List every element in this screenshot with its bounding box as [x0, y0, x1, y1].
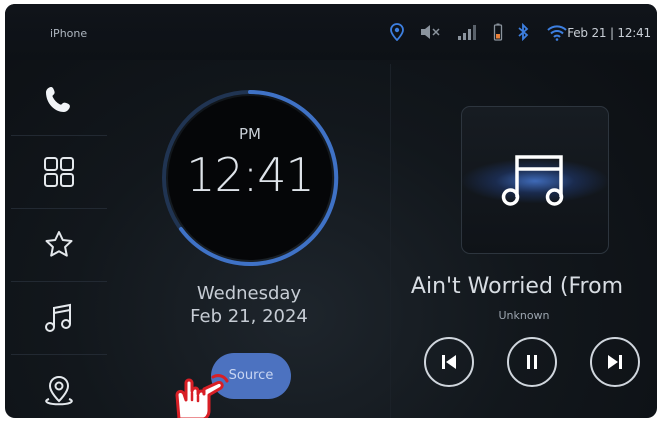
- track-title: Ain't Worried (From: [410, 274, 623, 299]
- clock-ampm: PM: [239, 125, 261, 143]
- wifi-icon: [546, 23, 568, 45]
- track-title-container: Ain't Worried (From: [391, 274, 657, 308]
- previous-track-button[interactable]: [424, 337, 474, 387]
- previous-track-icon: [442, 355, 456, 369]
- album-art: [461, 106, 609, 254]
- pause-icon: [527, 355, 537, 369]
- music-note-icon: [501, 155, 564, 206]
- next-track-button[interactable]: [590, 337, 640, 387]
- sidebar-item-apps[interactable]: [11, 136, 107, 208]
- phone-icon: [46, 87, 70, 112]
- clock-time: 12:41: [186, 148, 315, 202]
- panel-divider: [390, 64, 391, 418]
- status-bar: iPhone Feb 21 | 12:41: [5, 4, 657, 60]
- location-icon: [389, 23, 405, 45]
- sidebar-item-music[interactable]: [11, 282, 107, 354]
- star-icon: [45, 231, 73, 257]
- sidebar-item-favorites[interactable]: [11, 209, 107, 281]
- apps-grid-icon: [44, 157, 74, 187]
- device-name: iPhone: [50, 27, 88, 40]
- music-note-icon: [45, 303, 71, 332]
- status-datetime: Feb 21 | 12:41: [567, 26, 651, 40]
- signal-icon: [457, 23, 477, 45]
- tap-hand-icon: [175, 374, 229, 418]
- pause-button[interactable]: [507, 337, 557, 387]
- sidebar: [11, 64, 107, 418]
- sidebar-item-phone[interactable]: [11, 64, 107, 136]
- sidebar-item-navigation[interactable]: [11, 355, 107, 418]
- phone-battery-icon: [493, 23, 503, 45]
- clock-date: Feb 21, 2024: [190, 306, 308, 327]
- map-pin-icon: [45, 375, 73, 406]
- bluetooth-icon: [517, 22, 529, 45]
- track-artist: Unknown: [498, 309, 550, 322]
- infotainment-screen: iPhone Feb 21 | 12:41 PM 12:41 Wednesday…: [5, 4, 657, 418]
- clock-weekday: Wednesday: [196, 283, 302, 304]
- next-track-icon: [608, 355, 622, 369]
- mute-icon: [419, 23, 441, 45]
